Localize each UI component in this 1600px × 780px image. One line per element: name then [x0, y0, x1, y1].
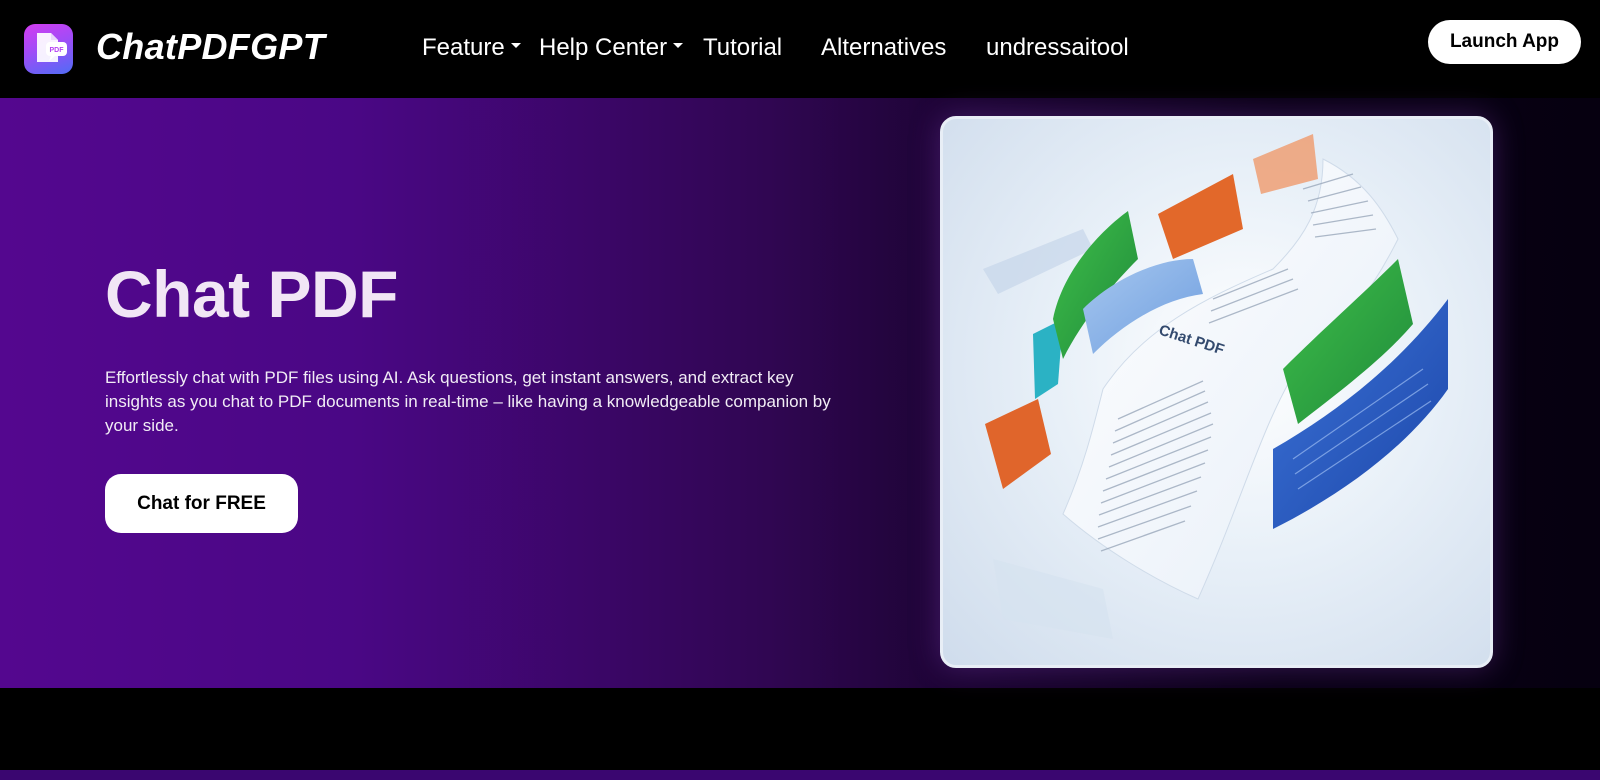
chat-for-free-button[interactable]: Chat for FREE — [105, 474, 298, 533]
flowing-pdf-pages-illustration: Chat PDF — [983, 134, 1448, 639]
hero-title: Chat PDF — [105, 257, 399, 331]
nav-tutorial[interactable]: Tutorial — [703, 34, 782, 62]
nav-help-center-label: Help Center — [539, 34, 668, 61]
nav-feature-label: Feature — [422, 34, 505, 61]
nav-help-center[interactable]: Help Center — [539, 34, 684, 62]
launch-app-button[interactable]: Launch App — [1428, 20, 1581, 64]
logo-badge-text: PDF — [50, 47, 65, 54]
brand-name[interactable]: ChatPDFGPT — [96, 26, 325, 68]
hero-section: Chat PDF Effortlessly chat with PDF file… — [0, 98, 1600, 688]
nav-undressaitool[interactable]: undressaitool — [986, 34, 1129, 62]
pdf-chat-logo-icon[interactable]: PDF — [24, 24, 73, 74]
nav-alternatives[interactable]: Alternatives — [821, 34, 946, 62]
bottom-strip — [0, 770, 1600, 780]
hero-description: Effortlessly chat with PDF files using A… — [105, 368, 831, 435]
chevron-down-icon — [673, 43, 684, 49]
hero-illustration: Chat PDF — [940, 116, 1493, 668]
site-header: PDF ChatPDFGPT Feature Help Center Tutor… — [0, 0, 1600, 98]
chevron-down-icon — [510, 43, 521, 49]
nav-feature[interactable]: Feature — [422, 34, 521, 62]
